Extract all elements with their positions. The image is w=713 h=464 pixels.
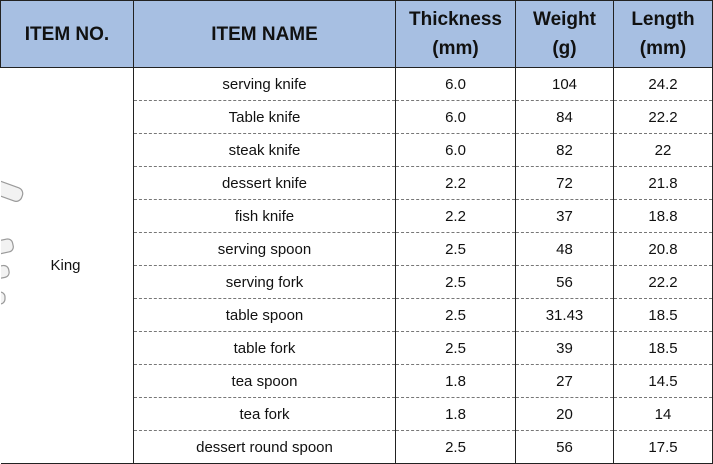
cell-length: 24.2: [613, 67, 713, 101]
cell-name: tea spoon: [133, 364, 396, 398]
cell-name: tea fork: [133, 397, 396, 431]
table-body: King serving knife 6.0 104 24.2 Table knife 6.…: [0, 67, 713, 464]
cell-name: Table knife: [133, 100, 396, 134]
cell-length: 22.2: [613, 100, 713, 134]
spec-sheet: ITEM NO. ITEM NAME Thickness (mm) Weight…: [0, 0, 713, 464]
cell-name: fish knife: [133, 199, 396, 233]
cell-length: 22: [613, 133, 713, 167]
cell-length: 21.8: [613, 166, 713, 200]
cell-thickness: 2.5: [395, 265, 516, 299]
cutlery-image: [0, 180, 23, 305]
cell-length: 18.5: [613, 331, 713, 365]
header-thickness-label: Thickness: [409, 9, 502, 30]
cell-thickness: 2.5: [395, 232, 516, 266]
cell-length: 18.5: [613, 298, 713, 332]
table-row: King serving knife 6.0 104 24.2: [0, 67, 713, 464]
cell-name: dessert knife: [133, 166, 396, 200]
cell-length: 22.2: [613, 265, 713, 299]
cell-thickness: 2.5: [395, 430, 516, 464]
cell-weight: 48: [515, 232, 614, 266]
cell-thickness: 2.2: [395, 166, 516, 200]
cell-thickness: 2.2: [395, 199, 516, 233]
cell-thickness: 6.0: [395, 67, 516, 101]
item-no-value: King: [50, 257, 81, 274]
cell-length: 18.8: [613, 199, 713, 233]
header-row: ITEM NO. ITEM NAME Thickness (mm) Weight…: [0, 0, 713, 68]
cell-length: 17.5: [613, 430, 713, 464]
cutlery-spec-table: ITEM NO. ITEM NAME Thickness (mm) Weight…: [0, 0, 713, 464]
cell-weight: 104: [515, 67, 614, 101]
header-length: Length (mm): [613, 0, 713, 68]
cell-weight: 82: [515, 133, 614, 167]
cell-weight: 84: [515, 100, 614, 134]
cell-weight: 56: [515, 265, 614, 299]
cell-thickness: 2.5: [395, 331, 516, 365]
cell-name: serving fork: [133, 265, 396, 299]
header-item-no: ITEM NO.: [0, 0, 134, 68]
cell-weight: 31.43: [515, 298, 614, 332]
cell-name: serving knife: [133, 67, 396, 101]
cell-name: table fork: [133, 331, 396, 365]
cell-thickness: 6.0: [395, 133, 516, 167]
cell-thickness: 1.8: [395, 397, 516, 431]
cell-weight: 39: [515, 331, 614, 365]
cell-weight: 37: [515, 199, 614, 233]
header-weight: Weight (g): [515, 0, 614, 68]
cell-length: 14: [613, 397, 713, 431]
cell-thickness: 6.0: [395, 100, 516, 134]
header-weight-unit: (g): [552, 38, 577, 59]
cell-thickness: 1.8: [395, 364, 516, 398]
header-item-name: ITEM NAME: [133, 0, 396, 68]
header-thickness-unit: (mm): [432, 38, 479, 59]
header-length-label: Length: [631, 9, 695, 30]
cell-weight: 20: [515, 397, 614, 431]
item-no-cell: King: [0, 67, 134, 464]
cell-thickness: 2.5: [395, 298, 516, 332]
cell-name: steak knife: [133, 133, 396, 167]
cell-length: 20.8: [613, 232, 713, 266]
cell-name: table spoon: [133, 298, 396, 332]
header-weight-label: Weight: [533, 9, 596, 30]
cell-length: 14.5: [613, 364, 713, 398]
cell-name: serving spoon: [133, 232, 396, 266]
cell-weight: 56: [515, 430, 614, 464]
cell-weight: 27: [515, 364, 614, 398]
header-thickness: Thickness (mm): [395, 0, 516, 68]
cell-weight: 72: [515, 166, 614, 200]
cell-name: dessert round spoon: [133, 430, 396, 464]
header-length-unit: (mm): [639, 38, 687, 59]
